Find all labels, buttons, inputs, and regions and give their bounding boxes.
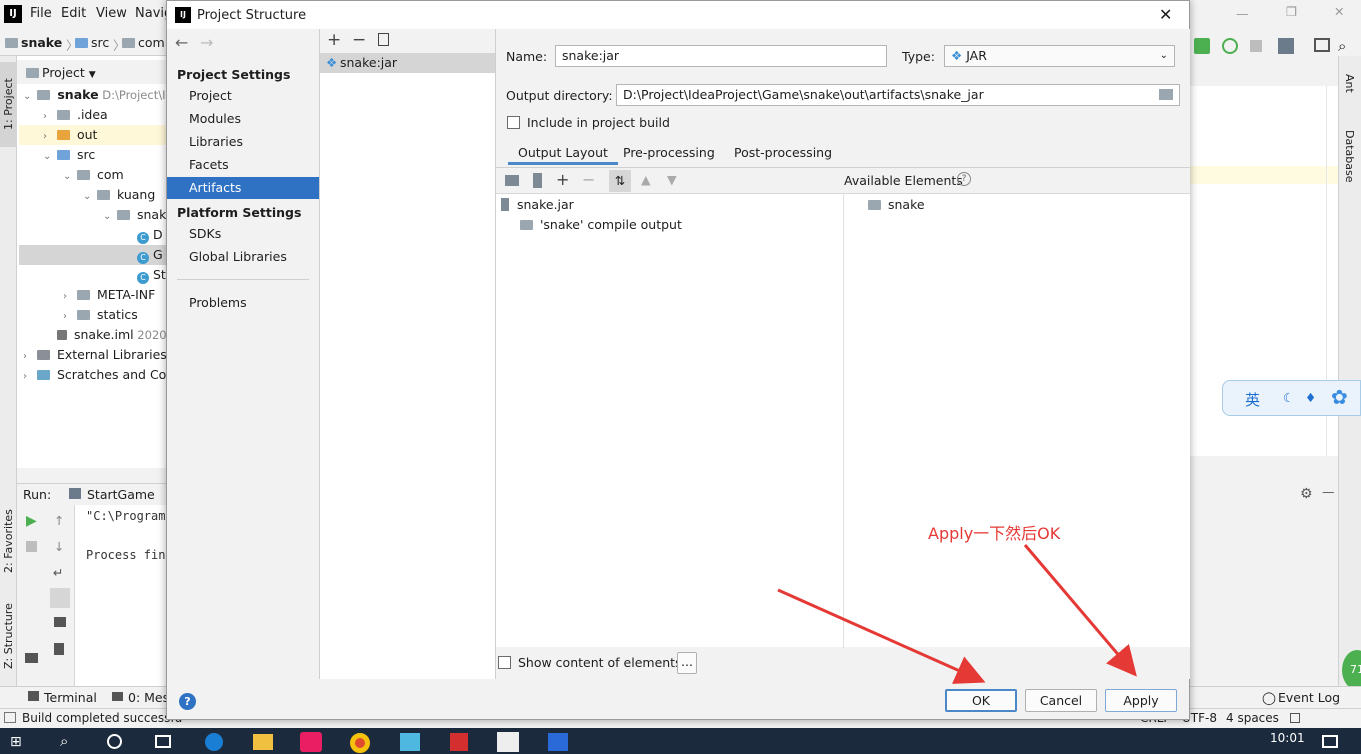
arrow-to-ok [777, 588, 986, 684]
annotation-arrows [777, 544, 1137, 684]
arrow-to-apply [1023, 544, 1137, 677]
